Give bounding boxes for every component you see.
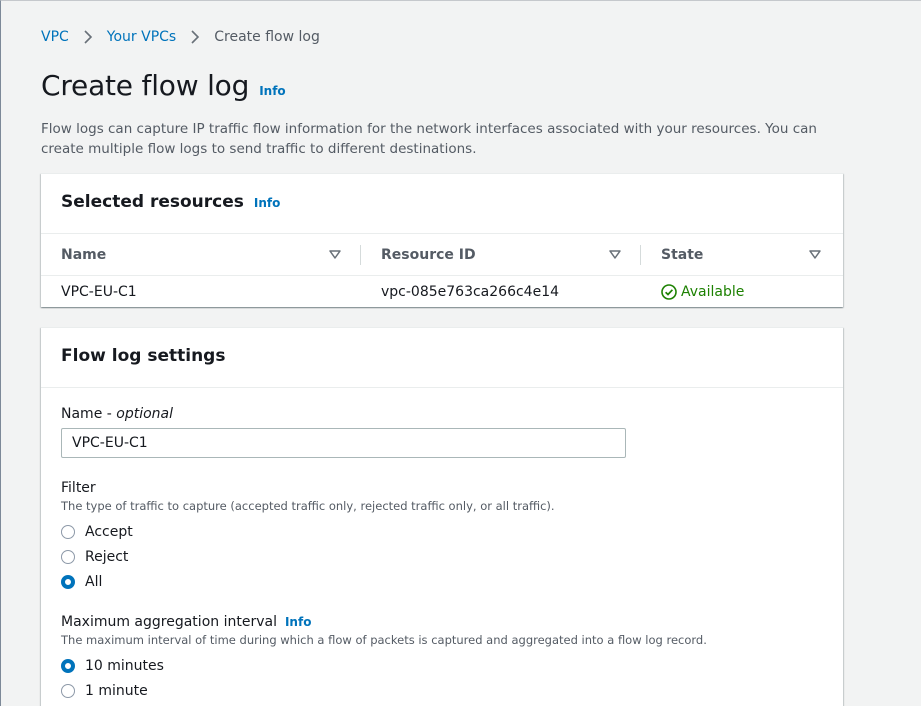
sort-down-icon (609, 249, 621, 260)
sort-down-icon (809, 249, 821, 260)
filter-radio-group: Accept Reject All (61, 519, 823, 594)
selected-resources-header: Selected resources Info (41, 174, 843, 234)
page-description: Flow logs can capture IP traffic flow in… (41, 121, 817, 157)
cell-resource-id: vpc-085e763ca266c4e14 (381, 283, 560, 300)
interval-field-group: Maximum aggregation interval Info The max… (61, 614, 823, 703)
page-header: Create flow log Info (41, 69, 286, 102)
name-input[interactable] (61, 428, 626, 458)
filter-option-reject[interactable]: Reject (61, 544, 823, 569)
filter-label: Filter (61, 480, 96, 496)
radio-button[interactable] (61, 549, 75, 564)
selected-resources-title: Selected resources (61, 192, 244, 212)
chevron-right-icon (188, 30, 202, 44)
radio-button-selected[interactable] (61, 658, 75, 673)
breadcrumb-your-vpcs[interactable]: Your VPCs (107, 29, 176, 45)
column-header-state[interactable]: State (641, 234, 841, 275)
page-info-link[interactable]: Info (259, 84, 285, 98)
filter-option-accept[interactable]: Accept (61, 519, 823, 544)
radio-button[interactable] (61, 524, 75, 539)
flow-log-settings-header: Flow log settings (41, 328, 843, 388)
selected-resources-info-link[interactable]: Info (254, 196, 280, 210)
flow-log-settings-body: Name - optional Filter The type of traff… (41, 388, 843, 706)
check-circle-icon (661, 283, 677, 300)
status-badge: Available (661, 284, 821, 300)
breadcrumb-current: Create flow log (214, 29, 320, 45)
interval-label: Maximum aggregation interval Info (61, 614, 312, 630)
filter-description: The type of traffic to capture (accepted… (61, 499, 555, 513)
name-field-label: Name - optional (61, 406, 174, 422)
flow-log-settings-panel: Flow log settings Name - optional Filter… (41, 327, 843, 706)
cell-state: Available (641, 284, 841, 300)
interval-description: The maximum interval of time during whic… (61, 633, 707, 647)
chevron-right-icon (81, 30, 95, 44)
breadcrumb: VPC Your VPCs Create flow log (41, 29, 320, 45)
filter-option-all[interactable]: All (61, 569, 823, 594)
cell-name: VPC-EU-C1 (61, 283, 137, 300)
table-row: VPC-EU-C1 vpc-085e763ca266c4e14 Availabl… (41, 276, 843, 307)
interval-option-1-minute[interactable]: 1 minute (61, 678, 823, 703)
selected-resources-panel: Selected resources Info Name Resource ID… (41, 173, 843, 307)
name-field-group: Name - optional (61, 406, 823, 458)
radio-button[interactable] (61, 683, 75, 698)
interval-info-link[interactable]: Info (285, 615, 311, 629)
column-header-name[interactable]: Name (41, 234, 361, 275)
breadcrumb-vpc[interactable]: VPC (41, 29, 69, 45)
column-header-resource-id[interactable]: Resource ID (361, 234, 641, 275)
flow-log-settings-title: Flow log settings (61, 346, 226, 366)
interval-option-10-minutes[interactable]: 10 minutes (61, 653, 823, 678)
interval-radio-group: 10 minutes 1 minute (61, 653, 823, 703)
resources-table-header: Name Resource ID State (41, 234, 843, 276)
filter-field-group: Filter The type of traffic to capture (a… (61, 480, 823, 594)
sort-down-icon (329, 249, 341, 260)
radio-button-selected[interactable] (61, 574, 75, 589)
page-title: Create flow log (41, 69, 250, 102)
